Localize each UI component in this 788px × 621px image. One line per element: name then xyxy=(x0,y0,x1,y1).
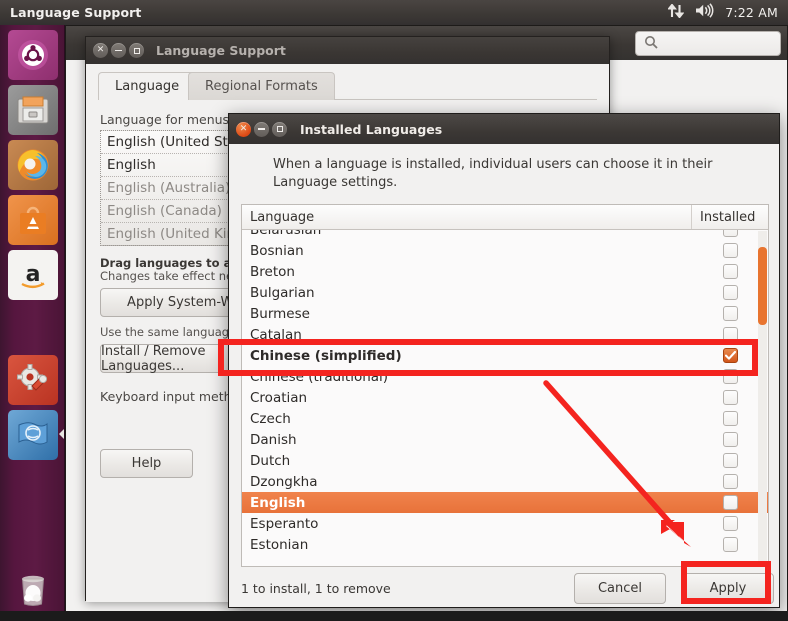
system-tray: 7:22 AM xyxy=(667,3,788,22)
tab-language[interactable]: Language xyxy=(98,72,197,100)
checkbox-icon[interactable] xyxy=(722,306,738,321)
svg-text:a: a xyxy=(26,262,41,287)
launcher-item-system-settings[interactable] xyxy=(8,355,58,405)
table-row[interactable]: Bosnian xyxy=(242,240,768,261)
close-icon[interactable]: ✕ xyxy=(236,121,251,137)
help-button[interactable]: Help xyxy=(100,449,193,478)
launcher-item-firefox[interactable] xyxy=(8,140,58,190)
installed-checkbox-cell[interactable] xyxy=(692,306,768,321)
launcher-item-files[interactable] xyxy=(8,85,58,135)
language-name-cell: Bosnian xyxy=(250,242,304,259)
settings-search-input[interactable] xyxy=(635,31,781,56)
launcher-item-language-support[interactable] xyxy=(8,410,58,460)
installed-checkbox-cell[interactable] xyxy=(692,285,768,300)
dialog-title: Installed Languages xyxy=(300,121,443,137)
column-header-language[interactable]: Language xyxy=(242,205,692,229)
checkbox-icon[interactable] xyxy=(722,285,738,300)
tabbar: Language Regional Formats xyxy=(98,72,597,100)
launcher-focus-indicator-icon xyxy=(59,429,64,439)
installed-checkbox-cell[interactable] xyxy=(692,264,768,279)
checkbox-icon[interactable] xyxy=(722,264,738,279)
clock[interactable]: 7:22 AM xyxy=(725,5,778,20)
language-support-titlebar: ✕ Language Support xyxy=(86,37,609,64)
search-icon xyxy=(644,34,658,53)
maximize-icon[interactable] xyxy=(272,121,287,137)
launcher-item-ubuntu-dash[interactable] xyxy=(8,30,58,80)
panel-window-title: Language Support xyxy=(10,5,142,20)
language-name-cell: Breton xyxy=(250,263,295,280)
dialog-status-text: 1 to install, 1 to remove xyxy=(241,581,391,596)
language-support-window-title: Language Support xyxy=(156,43,286,58)
network-updown-icon[interactable] xyxy=(667,3,685,22)
table-row[interactable]: Burmese xyxy=(242,303,768,324)
launcher-bar: a xyxy=(0,25,65,621)
vertical-scrollbar-thumb[interactable] xyxy=(758,247,767,325)
checkbox-icon[interactable] xyxy=(722,243,738,258)
top-panel: Language Support 7:22 AM xyxy=(0,0,788,25)
minimize-icon[interactable] xyxy=(111,43,126,58)
launcher-item-trash[interactable] xyxy=(8,565,58,615)
volume-icon[interactable] xyxy=(695,3,714,22)
table-row[interactable]: Belarusian xyxy=(242,230,768,240)
minimize-icon[interactable] xyxy=(254,121,269,137)
table-header: Language Installed xyxy=(242,205,768,230)
maximize-icon[interactable] xyxy=(129,43,144,58)
tab-regional-formats[interactable]: Regional Formats xyxy=(188,72,335,100)
close-icon[interactable]: ✕ xyxy=(93,43,108,58)
dialog-titlebar: ✕ Installed Languages xyxy=(229,114,779,144)
dialog-description: When a language is installed, individual… xyxy=(273,157,713,190)
language-name-cell: Bulgarian xyxy=(250,284,315,301)
column-header-installed[interactable]: Installed xyxy=(692,205,768,229)
installed-checkbox-cell[interactable] xyxy=(692,243,768,258)
annotation-arrow xyxy=(543,380,692,548)
desktop-bottom-strip xyxy=(0,611,788,621)
language-name-cell: Burmese xyxy=(250,305,310,322)
cancel-button[interactable]: Cancel xyxy=(574,573,666,604)
table-row[interactable]: Bulgarian xyxy=(242,282,768,303)
table-row[interactable]: Breton xyxy=(242,261,768,282)
screen: Language Support 7:22 AM a ✕ Language Su… xyxy=(0,0,788,621)
launcher-item-amazon[interactable]: a xyxy=(8,250,58,300)
launcher-item-software-center[interactable] xyxy=(8,195,58,245)
language-name-cell: Belarusian xyxy=(242,230,692,238)
checkbox-icon[interactable] xyxy=(722,230,738,237)
installed-checkbox-cell[interactable] xyxy=(692,230,768,237)
